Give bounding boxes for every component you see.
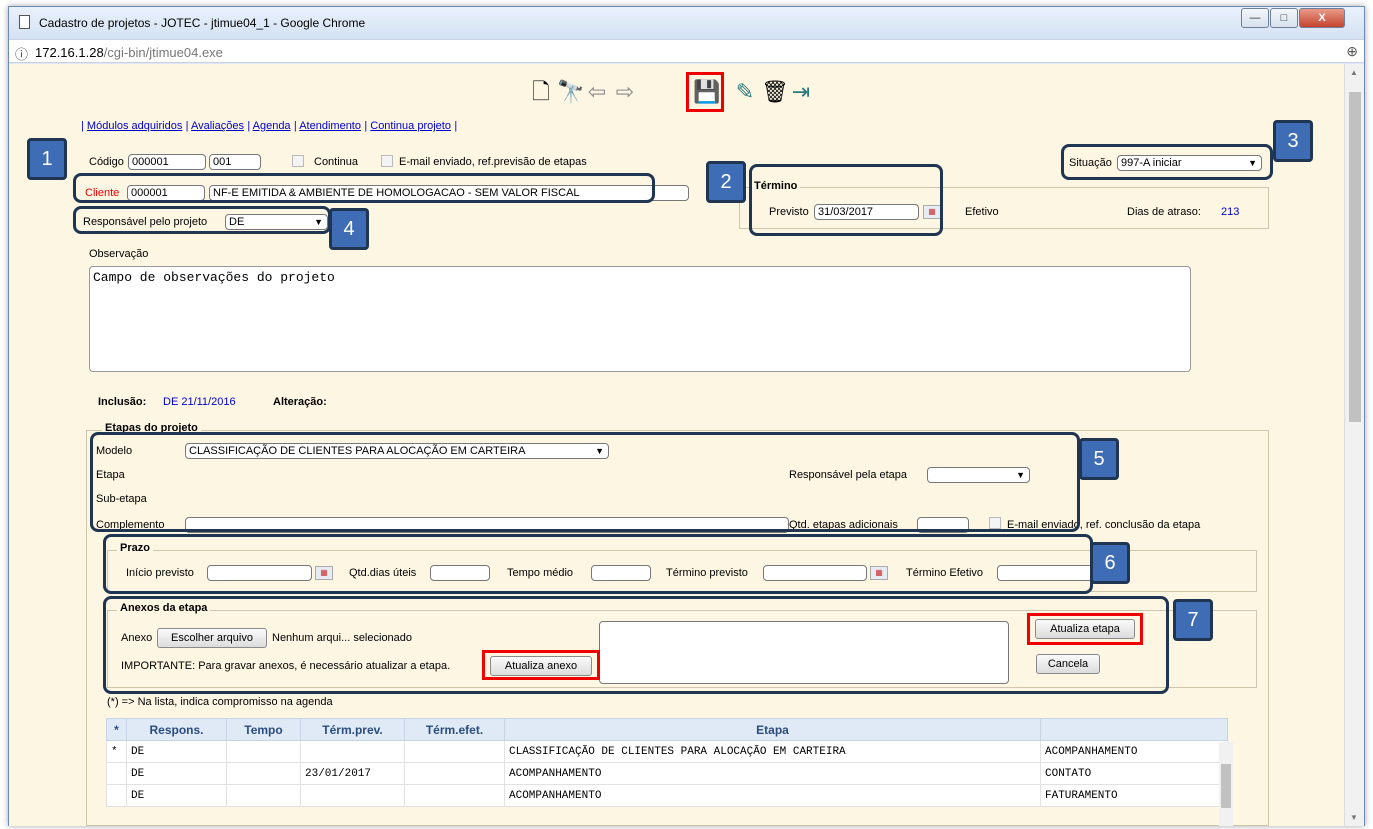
callout-6-box: [103, 534, 1093, 594]
callout-4-badge: 4: [329, 208, 369, 250]
codigo-label: Código: [89, 156, 124, 168]
table-cell: [404, 762, 505, 785]
callout-1-box: [73, 173, 655, 203]
maximize-button[interactable]: □: [1270, 8, 1298, 28]
dias-atraso-value: 213: [1221, 206, 1240, 218]
table-cell: DE: [126, 784, 227, 807]
col-star: *: [106, 718, 127, 741]
page-icon: [19, 15, 30, 29]
table-cell: ACOMPANHAMENTO: [1040, 740, 1228, 763]
page-scroll-thumb[interactable]: [1349, 92, 1361, 422]
page-content: 🗋 🔭 ⇦ ⇨ 💾 ✎ 🗑 ⇥ | Módulos adquiridos | A…: [9, 64, 1345, 826]
table-cell: *: [106, 740, 127, 763]
table-cell: CLASSIFICAÇÃO DE CLIENTES PARA ALOCAÇÃO …: [504, 740, 1041, 763]
col-tempo: Tempo: [226, 718, 301, 741]
scroll-down-icon[interactable]: ▼: [1350, 813, 1358, 822]
edit-icon[interactable]: ✎: [733, 78, 757, 106]
url-host: 172.16.1.28: [35, 45, 104, 60]
table-scrollbar[interactable]: [1219, 742, 1233, 826]
exit-icon[interactable]: ⇥: [789, 78, 813, 106]
url-path: /cgi-bin/jtimue04.exe: [103, 45, 223, 60]
observacao-textarea[interactable]: Campo de observações do projeto: [89, 266, 1191, 372]
table-cell: [300, 740, 405, 763]
page-scrollbar[interactable]: ▲ ▼: [1344, 64, 1364, 826]
arrow-right-icon[interactable]: ⇨: [613, 78, 637, 106]
callout-2-box: [749, 164, 943, 236]
callout-5-badge: 5: [1079, 438, 1119, 480]
new-document-icon[interactable]: 🗋: [529, 78, 553, 106]
browser-window: Cadastro de projetos - JOTEC - jtimue04_…: [8, 6, 1365, 826]
codigo-input[interactable]: 000001: [128, 154, 206, 170]
callout-4-box: [73, 206, 331, 234]
close-button[interactable]: X: [1299, 8, 1345, 28]
table-cell: [404, 784, 505, 807]
table-cell: CONTATO: [1040, 762, 1228, 785]
table-cell: DE: [126, 740, 227, 763]
title-bar: Cadastro de projetos - JOTEC - jtimue04_…: [9, 7, 1364, 39]
table-cell: FATURAMENTO: [1040, 784, 1228, 807]
table-cell: DE: [126, 762, 227, 785]
email-prev-checkbox[interactable]: [381, 155, 393, 167]
col-respons: Respons.: [126, 718, 227, 741]
info-icon[interactable]: ⓘ: [15, 44, 28, 63]
link-continua-projeto[interactable]: Continua projeto: [370, 120, 451, 132]
window-title: Cadastro de projetos - JOTEC - jtimue04_…: [39, 16, 366, 30]
link-atendimento[interactable]: Atendimento: [299, 120, 361, 132]
arrow-left-icon[interactable]: ⇦: [585, 78, 609, 106]
table-scroll-thumb[interactable]: [1221, 764, 1231, 808]
inclusao-label: Inclusão:: [98, 396, 147, 408]
minimize-button[interactable]: —: [1241, 8, 1269, 28]
callout-5-box: [90, 432, 1080, 532]
col-etapa: Etapa: [504, 718, 1041, 741]
dias-atraso-label: Dias de atraso:: [1127, 206, 1201, 218]
table-row[interactable]: DE ACOMPANHAMENTO FATURAMENTO: [106, 784, 1228, 807]
callout-3-box: [1061, 144, 1273, 180]
link-agenda[interactable]: Agenda: [253, 120, 291, 132]
etapas-table: * Respons. Tempo Térm.prev. Térm.efet. E…: [106, 718, 1228, 807]
save-highlight: [686, 72, 724, 112]
scroll-up-icon[interactable]: ▲: [1350, 68, 1358, 77]
table-cell: [300, 784, 405, 807]
table-cell: [226, 740, 301, 763]
col-term-prev: Térm.prev.: [300, 718, 405, 741]
address-bar[interactable]: ⓘ 172.16.1.28/cgi-bin/jtimue04.exe ⊕: [9, 39, 1364, 63]
callout-1-badge: 1: [27, 138, 67, 180]
callout-7-box: [103, 596, 1169, 694]
table-cell: [226, 762, 301, 785]
table-cell: [404, 740, 505, 763]
table-row[interactable]: DE 23/01/2017 ACOMPANHAMENTO CONTATO: [106, 762, 1228, 785]
table-cell: ACOMPANHAMENTO: [504, 762, 1041, 785]
link-modulos[interactable]: Módulos adquiridos: [87, 120, 182, 132]
link-avaliacoes[interactable]: Avaliações: [191, 120, 244, 132]
trash-icon[interactable]: 🗑: [761, 78, 789, 106]
col-subetapa: [1040, 718, 1228, 741]
callout-3-badge: 3: [1273, 120, 1313, 162]
callout-6-badge: 6: [1090, 542, 1130, 584]
alteracao-label: Alteração:: [273, 396, 327, 408]
table-cell: ACOMPANHAMENTO: [504, 784, 1041, 807]
table-cell: [226, 784, 301, 807]
continua-checkbox[interactable]: [292, 155, 304, 167]
module-links: | Módulos adquiridos | Avaliações | Agen…: [81, 120, 458, 132]
col-term-efet: Térm.efet.: [404, 718, 505, 741]
binoculars-search-icon[interactable]: 🔭: [557, 78, 584, 106]
table-cell: [106, 762, 127, 785]
zoom-icon[interactable]: ⊕: [1346, 43, 1358, 60]
codigo-seq-input[interactable]: 001: [209, 154, 261, 170]
observacao-label: Observação: [89, 248, 149, 260]
callout-2-badge: 2: [706, 161, 746, 203]
table-row[interactable]: * DE CLASSIFICAÇÃO DE CLIENTES PARA ALOCAÇ…: [106, 740, 1228, 763]
continua-label: Continua: [314, 156, 359, 168]
agenda-note: (*) => Na lista, indica compromisso na a…: [107, 696, 333, 708]
table-cell: [106, 784, 127, 807]
efetivo-label: Efetivo: [965, 206, 999, 218]
callout-7-badge: 7: [1173, 599, 1213, 641]
email-prev-label: E-mail enviado, ref.previsão de etapas: [399, 156, 587, 168]
inclusao-value: DE 21/11/2016: [163, 396, 236, 408]
table-cell: 23/01/2017: [300, 762, 405, 785]
